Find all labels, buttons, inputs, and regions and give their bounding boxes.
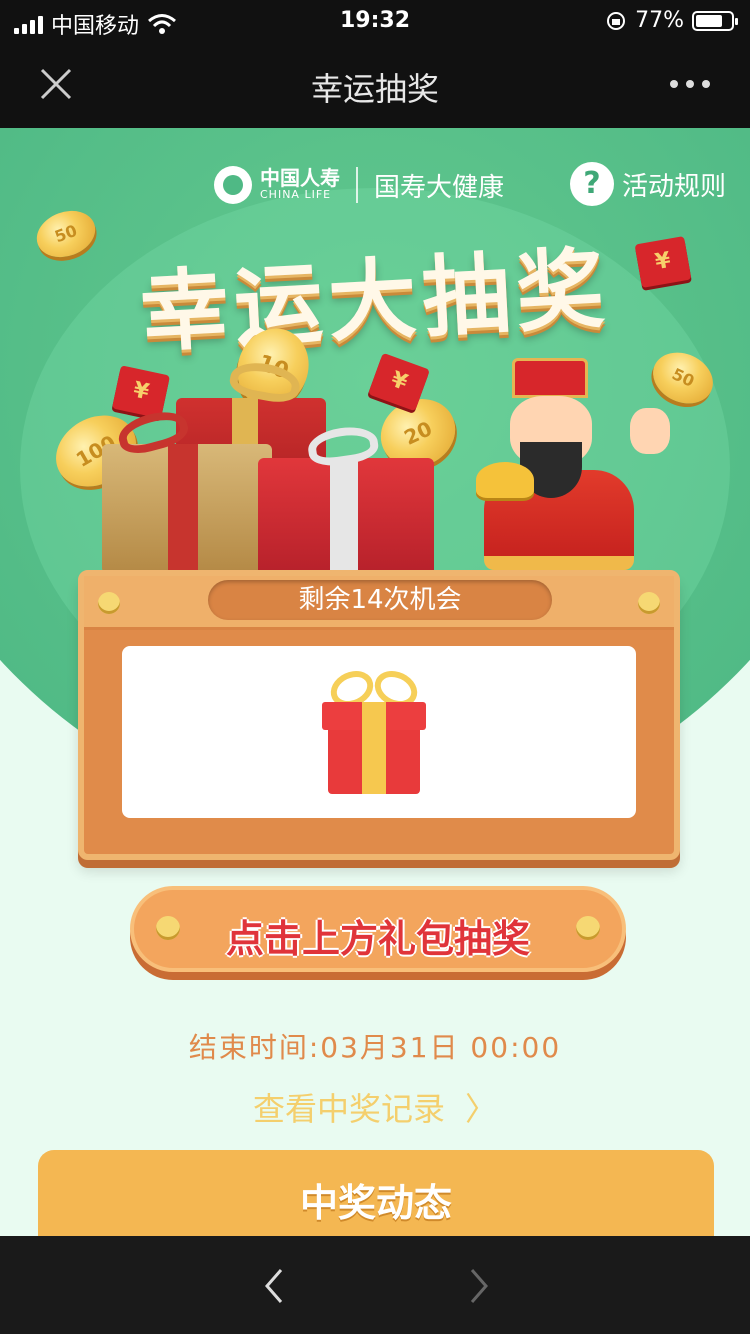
battery-percent: 77%	[635, 8, 684, 33]
end-time: 结束时间:03月31日 00:00	[188, 1031, 562, 1064]
records-label: 查看中奖记录	[252, 1090, 445, 1128]
china-life-logo-icon	[214, 166, 252, 204]
gift-box-illustration	[258, 458, 434, 578]
brand-sub: 国寿大健康	[374, 172, 505, 203]
gold-ingot-icon	[476, 462, 534, 498]
brand-divider	[356, 167, 358, 203]
draw-button-label: 点击上方礼包抽奖	[225, 917, 530, 961]
chevron-right-icon: 〉	[465, 1090, 498, 1128]
nav-bar: 幸运抽奖	[0, 40, 750, 128]
draw-button[interactable]: 点击上方礼包抽奖	[130, 886, 626, 972]
stud-decoration	[638, 592, 660, 614]
brand-logo: 中国人寿 CHINA LIFE 国寿大健康	[214, 166, 504, 204]
winning-news-title: 中奖动态	[299, 1181, 452, 1225]
brand-name-en: CHINA LIFE	[260, 188, 332, 201]
god-of-fortune-illustration	[470, 358, 690, 573]
rules-link[interactable]: ? 活动规则	[569, 162, 726, 206]
status-bar: 中国移动 19:32 77%	[0, 0, 750, 40]
red-packet-icon: ¥	[634, 235, 692, 289]
page-content: 中国人寿 CHINA LIFE 国寿大健康 ? 活动规则 幸运大抽奖 50 10…	[0, 128, 750, 1236]
stud-decoration	[576, 916, 600, 940]
rules-label: 活动规则	[621, 171, 726, 202]
gift-icon	[320, 664, 428, 798]
battery-icon	[692, 10, 738, 31]
brand-name-cn: 中国人寿	[260, 166, 340, 190]
board-header: 剩余14次机会	[84, 576, 674, 630]
prize-board: 剩余14次机会	[78, 570, 680, 860]
remaining-chances: 剩余14次机会	[208, 580, 552, 620]
back-icon[interactable]	[255, 1266, 295, 1306]
winning-news-panel: 中奖动态	[38, 1150, 714, 1236]
forward-icon[interactable]	[458, 1266, 498, 1306]
stud-decoration	[98, 592, 120, 614]
gift-box-illustration	[102, 444, 272, 574]
gift-pack-button[interactable]	[122, 646, 636, 818]
more-icon[interactable]	[660, 70, 720, 98]
help-icon: ?	[569, 162, 614, 206]
browser-toolbar	[0, 1236, 750, 1334]
view-records-link[interactable]: 查看中奖记录〉	[0, 1084, 750, 1130]
page-title: 幸运抽奖	[310, 70, 439, 108]
rotation-lock-icon	[607, 11, 626, 30]
